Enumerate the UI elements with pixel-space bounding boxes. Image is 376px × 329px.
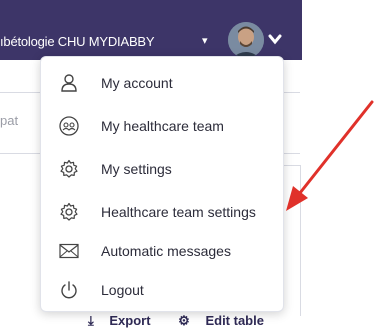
menu-item-label: My account: [101, 75, 173, 91]
export-button[interactable]: ⤓ Export: [88, 313, 166, 328]
menu-item-label: Automatic messages: [101, 243, 231, 259]
power-icon: [57, 278, 81, 302]
gear-icon: [57, 200, 81, 224]
menu-item-automatic-messages[interactable]: Automatic messages: [41, 231, 283, 271]
avatar[interactable]: [228, 22, 264, 58]
team-icon: [57, 114, 81, 138]
menu-item-label: My healthcare team: [101, 118, 224, 134]
edit-table-label: Edit table: [205, 313, 264, 328]
menu-item-my-account[interactable]: My account: [41, 63, 283, 103]
user-dropdown-menu: My account My healthcare team My setting…: [40, 56, 284, 312]
menu-item-healthcare-team-settings[interactable]: Healthcare team settings: [41, 192, 283, 232]
user-icon: [57, 71, 81, 95]
menu-item-my-settings[interactable]: My settings: [41, 149, 283, 189]
menu-item-my-healthcare-team[interactable]: My healthcare team: [41, 106, 283, 146]
app-screen: ıbétologie CHU MYDIABBY ▾ pat ⤓ Export ⚙…: [0, 0, 376, 329]
download-icon: ⤓: [88, 313, 94, 328]
menu-item-label: Logout: [101, 282, 144, 298]
edit-table-button[interactable]: ⚙ Edit table: [178, 313, 276, 328]
gear-icon: [57, 157, 81, 181]
chevron-down-icon[interactable]: ▾: [202, 34, 208, 47]
user-menu-chevron-icon[interactable]: [268, 30, 282, 51]
top-navigation-bar: ıbétologie CHU MYDIABBY ▾: [0, 0, 302, 60]
menu-item-label: My settings: [101, 161, 172, 177]
envelope-icon: [57, 239, 81, 263]
gear-icon: ⚙: [178, 313, 190, 328]
export-label: Export: [109, 313, 151, 328]
service-selector-label[interactable]: ıbétologie CHU MYDIABBY: [0, 34, 155, 49]
annotation-arrow: [286, 100, 374, 211]
table-actions: ⤓ Export ⚙ Edit table: [88, 313, 288, 329]
partial-tab-label[interactable]: pat: [0, 113, 18, 128]
menu-item-label: Healthcare team settings: [101, 204, 256, 220]
menu-item-logout[interactable]: Logout: [41, 270, 283, 310]
